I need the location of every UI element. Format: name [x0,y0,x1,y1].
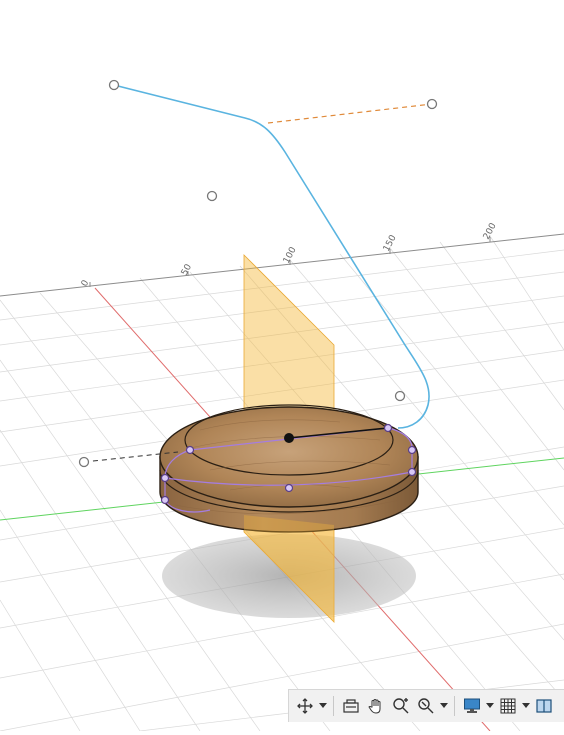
viewports-icon[interactable] [532,694,556,718]
control-point [394,390,406,402]
control-point [426,98,438,110]
control-point [206,190,218,202]
navigation-toolbar [288,689,564,722]
orbit-icon[interactable] [293,694,317,718]
center-point[interactable] [284,433,294,443]
pan-hand-icon[interactable] [364,694,388,718]
sketch-point [407,445,417,455]
grid-snap-dropdown-arrow[interactable] [521,694,531,718]
display-settings-dropdown-arrow[interactable] [485,694,495,718]
ruler-label-150: 150 [382,233,399,253]
sketch-point [383,423,393,433]
control-point [108,79,120,91]
toolbar-separator [454,696,455,716]
3d-viewport[interactable]: 0 50 100 150 200 [0,0,564,732]
grid-snap-icon[interactable] [496,694,520,718]
ruler-label-100: 100 [282,245,299,265]
orbit-dropdown-arrow[interactable] [318,694,328,718]
control-point [78,456,90,468]
ruler-label-200: 200 [482,221,499,241]
sketch-point [160,495,170,505]
sketch-point [160,473,170,483]
sketch-point [185,445,195,455]
wood-disc-body[interactable] [159,404,419,533]
toolbar-separator [333,696,334,716]
sketch-point [284,483,294,493]
zoom-icon[interactable] [389,694,413,718]
fit-zoom-dropdown-arrow[interactable] [439,694,449,718]
tangent-handle-orange [267,103,433,124]
display-settings-icon[interactable] [460,694,484,718]
fit-zoom-icon[interactable] [414,694,438,718]
look-at-icon[interactable] [339,694,363,718]
sketch-point [407,467,417,477]
